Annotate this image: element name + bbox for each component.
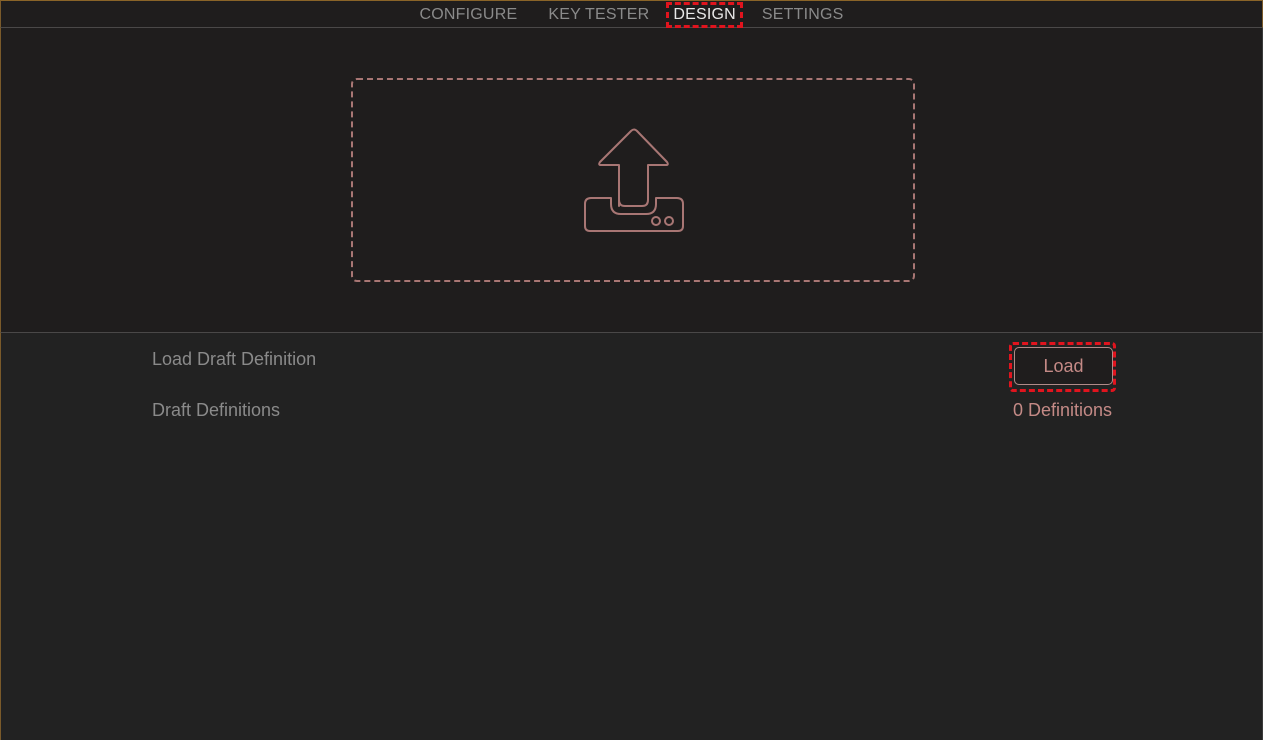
load-button[interactable]: Load	[1014, 347, 1113, 385]
nav-tabs: CONFIGURE KEY TESTER DESIGN SETTINGS	[1, 1, 1262, 29]
load-draft-definition-row: Load Draft Definition Load	[152, 342, 1116, 392]
load-button-highlight: Load	[1009, 342, 1116, 392]
tab-configure[interactable]: CONFIGURE	[414, 3, 524, 27]
tab-key-tester[interactable]: KEY TESTER	[542, 3, 655, 27]
top-navigation-bar: CONFIGURE KEY TESTER DESIGN SETTINGS	[0, 0, 1263, 28]
load-draft-definition-label: Load Draft Definition	[152, 349, 317, 369]
upload-panel	[0, 28, 1263, 333]
tab-design[interactable]: DESIGN	[666, 2, 743, 28]
draft-definitions-label: Draft Definitions	[152, 400, 281, 420]
draft-definitions-count: 0 Definitions	[1012, 400, 1112, 420]
tab-settings[interactable]: SETTINGS	[756, 3, 850, 27]
file-dropzone[interactable]	[351, 78, 915, 282]
upload-tray-icon	[584, 128, 684, 232]
draft-definitions-row: Draft Definitions 0 Definitions	[152, 395, 1112, 425]
